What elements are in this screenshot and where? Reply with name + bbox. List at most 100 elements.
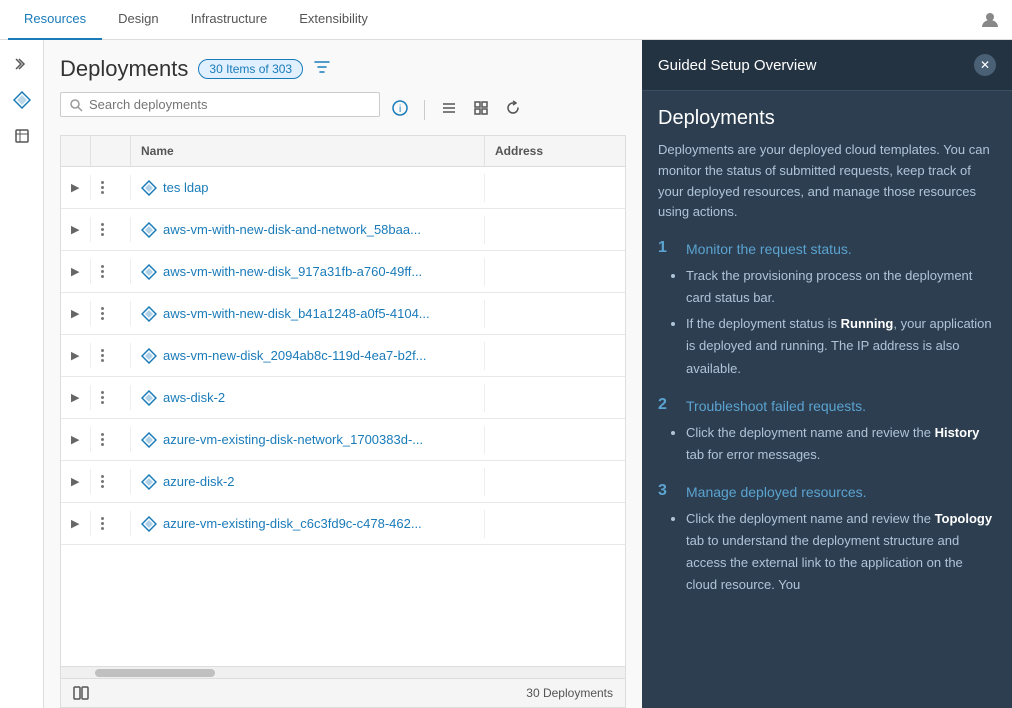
menu-cell xyxy=(91,301,131,326)
row-menu-button[interactable] xyxy=(101,307,104,320)
address-cell xyxy=(485,518,625,530)
table-footer: 30 Deployments xyxy=(61,678,625,707)
nav-item-infrastructure[interactable]: Infrastructure xyxy=(175,0,284,40)
menu-cell xyxy=(91,469,131,494)
expand-button[interactable]: ▶ xyxy=(71,349,79,362)
toolbar-divider xyxy=(424,100,425,120)
grid-icon-svg xyxy=(473,100,489,116)
filter-icon[interactable] xyxy=(313,58,331,81)
chevrons-icon xyxy=(14,56,30,72)
search-icon xyxy=(69,98,83,112)
info-icon[interactable]: i xyxy=(388,98,412,122)
deployment-row-icon xyxy=(141,306,157,322)
nav-item-extensibility[interactable]: Extensibility xyxy=(283,0,384,40)
step-header: 1 Monitor the request status. xyxy=(658,239,996,257)
table-body: ▶ tes ldap ▶ xyxy=(61,167,625,666)
deployment-name[interactable]: aws-vm-with-new-disk_b41a1248-a0f5-4104.… xyxy=(163,306,430,321)
footer-count: 30 Deployments xyxy=(526,686,613,700)
deployments-table: Name Address ▶ tes ldap ▶ xyxy=(60,135,626,708)
expand-cell: ▶ xyxy=(61,511,91,536)
deployment-name[interactable]: azure-disk-2 xyxy=(163,474,235,489)
search-input[interactable] xyxy=(89,97,371,112)
deployment-row-icon xyxy=(141,516,157,532)
refresh-icon[interactable] xyxy=(501,98,525,122)
row-menu-button[interactable] xyxy=(101,433,104,446)
row-menu-button[interactable] xyxy=(101,265,104,278)
deployment-name[interactable]: aws-vm-with-new-disk-and-network_58baa..… xyxy=(163,222,421,237)
deployment-name[interactable]: azure-vm-existing-disk_c6c3fd9c-c478-462… xyxy=(163,516,422,531)
expand-cell: ▶ xyxy=(61,469,91,494)
step-bullet: Click the deployment name and review the… xyxy=(686,508,996,596)
step-bullets: Click the deployment name and review the… xyxy=(686,422,996,466)
row-menu-button[interactable] xyxy=(101,181,104,194)
table-row: ▶ aws-disk-2 xyxy=(61,377,625,419)
sidebar-toggle[interactable] xyxy=(4,48,40,80)
menu-cell xyxy=(91,511,131,536)
deployment-name[interactable]: aws-vm-with-new-disk_917a31fb-a760-49ff.… xyxy=(163,264,422,279)
sidebar-item-resources[interactable] xyxy=(4,120,40,152)
deployment-row-icon xyxy=(141,222,157,238)
h-scroll-thumb[interactable] xyxy=(95,669,215,677)
row-menu-button[interactable] xyxy=(101,517,104,530)
name-cell: tes ldap xyxy=(131,174,485,202)
step-title: Troubleshoot failed requests. xyxy=(686,396,866,414)
nav-item-design[interactable]: Design xyxy=(102,0,174,40)
nav-item-resources[interactable]: Resources xyxy=(8,0,102,40)
deployment-name[interactable]: aws-vm-new-disk_2094ab8c-119d-4ea7-b2f..… xyxy=(163,348,427,363)
expand-button[interactable]: ▶ xyxy=(71,223,79,236)
expand-cell: ▶ xyxy=(61,175,91,200)
guided-panel: Guided Setup Overview ✕ Deployments Depl… xyxy=(642,40,1012,708)
menu-cell xyxy=(91,259,131,284)
user-icon[interactable] xyxy=(980,10,1000,30)
step-number: 3 xyxy=(658,482,676,500)
deployment-row-icon xyxy=(141,264,157,280)
guided-panel-header: Guided Setup Overview ✕ xyxy=(642,40,1012,91)
deployment-name[interactable]: aws-disk-2 xyxy=(163,390,225,405)
address-cell xyxy=(485,476,625,488)
list-view-icon[interactable] xyxy=(437,98,461,122)
name-cell: azure-disk-2 xyxy=(131,468,485,496)
guided-step: 3 Manage deployed resources. Click the d… xyxy=(658,482,996,596)
row-menu-button[interactable] xyxy=(101,391,104,404)
svg-text:i: i xyxy=(399,104,401,115)
expand-button[interactable]: ▶ xyxy=(71,181,79,194)
table-row: ▶ azure-vm-existing-disk_c6c3fd9c-c478-4… xyxy=(61,503,625,545)
expand-button[interactable]: ▶ xyxy=(71,433,79,446)
horizontal-scrollbar[interactable] xyxy=(61,666,625,678)
name-cell: aws-vm-with-new-disk_b41a1248-a0f5-4104.… xyxy=(131,300,485,328)
deployment-row-icon xyxy=(141,180,157,196)
guided-panel-body: Deployments Deployments are your deploye… xyxy=(642,91,1012,628)
expand-button[interactable]: ▶ xyxy=(71,517,79,530)
name-cell: azure-vm-existing-disk-network_1700383d-… xyxy=(131,426,485,454)
expand-button[interactable]: ▶ xyxy=(71,391,79,404)
deployment-name[interactable]: azure-vm-existing-disk-network_1700383d-… xyxy=(163,432,423,447)
deployment-name[interactable]: tes ldap xyxy=(163,180,209,195)
expand-button[interactable]: ▶ xyxy=(71,307,79,320)
step-header: 2 Troubleshoot failed requests. xyxy=(658,396,996,414)
expand-cell: ▶ xyxy=(61,385,91,410)
table-row: ▶ azure-vm-existing-disk-network_1700383… xyxy=(61,419,625,461)
items-badge: 30 Items of 303 xyxy=(198,59,303,79)
page-header: Deployments 30 Items of 303 xyxy=(60,56,626,82)
expand-button[interactable]: ▶ xyxy=(71,265,79,278)
page-title: Deployments xyxy=(60,56,188,82)
split-icon[interactable] xyxy=(73,685,89,701)
name-cell: aws-vm-new-disk_2094ab8c-119d-4ea7-b2f..… xyxy=(131,342,485,370)
sidebar-item-deployments[interactable] xyxy=(4,84,40,116)
row-menu-button[interactable] xyxy=(101,223,104,236)
expand-cell: ▶ xyxy=(61,217,91,242)
row-menu-button[interactable] xyxy=(101,475,104,488)
table-row: ▶ aws-vm-new-disk_2094ab8c-119d-4ea7-b2f… xyxy=(61,335,625,377)
grid-view-icon[interactable] xyxy=(469,98,493,122)
name-cell: aws-disk-2 xyxy=(131,384,485,412)
close-button[interactable]: ✕ xyxy=(974,54,996,76)
deployments-sidebar-icon xyxy=(13,91,31,109)
name-cell: aws-vm-with-new-disk-and-network_58baa..… xyxy=(131,216,485,244)
toolbar-row: i xyxy=(60,92,626,127)
table-row: ▶ aws-vm-with-new-disk-and-network_58baa… xyxy=(61,209,625,251)
expand-button[interactable]: ▶ xyxy=(71,475,79,488)
top-nav: Resources Design Infrastructure Extensib… xyxy=(0,0,1012,40)
row-menu-button[interactable] xyxy=(101,349,104,362)
menu-cell xyxy=(91,217,131,242)
menu-cell xyxy=(91,175,131,200)
